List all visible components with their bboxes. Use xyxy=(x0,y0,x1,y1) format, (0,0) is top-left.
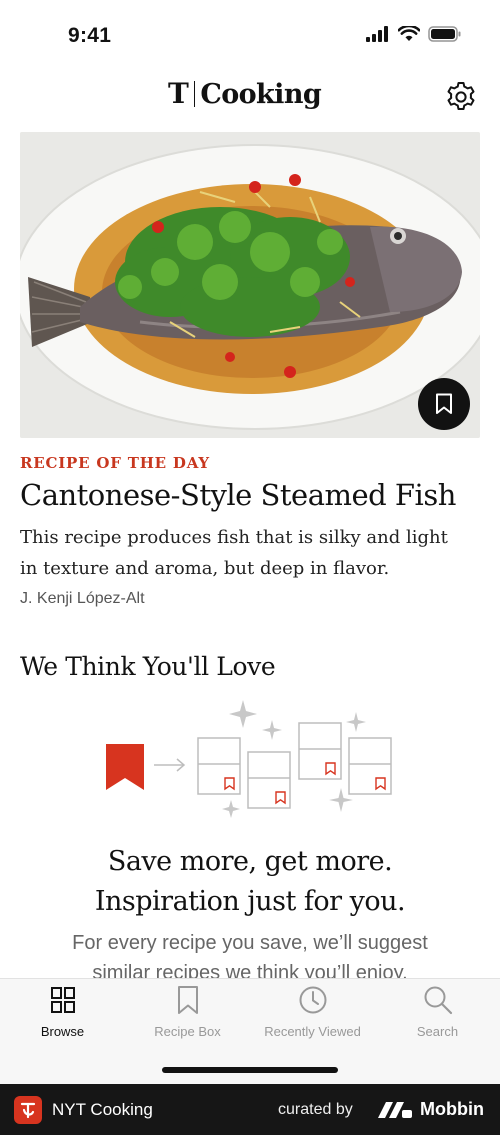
recipe-title[interactable]: Cantonese-Style Steamed Fish xyxy=(20,478,456,512)
gear-icon xyxy=(447,82,475,110)
status-bar: 9:41 xyxy=(0,0,500,70)
arrow-right-icon xyxy=(154,758,186,772)
tab-label: Recipe Box xyxy=(154,1024,221,1039)
recipe-hero-image[interactable] xyxy=(20,132,480,438)
save-recipes-illustration xyxy=(100,696,400,826)
logo-divider xyxy=(193,81,196,107)
tab-label: Search xyxy=(416,1024,459,1039)
footer-brand: Mobbin xyxy=(420,1099,484,1119)
tab-label: Recently Viewed xyxy=(264,1024,361,1039)
battery-icon xyxy=(428,26,461,42)
tab-browse[interactable]: Browse xyxy=(0,979,125,1049)
clock-icon xyxy=(299,986,327,1014)
section-title: We Think You'll Love xyxy=(20,652,276,681)
steamed-fish-photo xyxy=(20,132,480,438)
sparkle-icon xyxy=(222,700,366,818)
wifi-icon xyxy=(398,26,420,41)
promo-body-line1: For every recipe you save, we’ll suggest xyxy=(72,932,428,954)
status-icons xyxy=(366,26,462,42)
promo-headline-line2: Inspiration just for you. xyxy=(94,886,406,917)
home-indicator xyxy=(162,1067,338,1073)
promo-headline-line1: Save more, get more. xyxy=(107,846,393,877)
settings-button[interactable] xyxy=(444,80,478,114)
status-time: 9:41 xyxy=(68,24,112,47)
tab-search[interactable]: Search xyxy=(375,979,500,1049)
footer-curated-label: curated by xyxy=(278,1101,353,1118)
tab-label: Browse xyxy=(40,1024,85,1039)
recipe-description: This recipe produces fish that is silky … xyxy=(20,527,448,579)
tab-recently-viewed[interactable]: Recently Viewed xyxy=(250,979,375,1049)
promo-headline: Save more, get more. Inspiration just fo… xyxy=(0,842,500,922)
footer-app-name: NYT Cooking xyxy=(52,1100,153,1119)
bookmark-icon xyxy=(178,986,198,1014)
recipe-of-the-day-label: RECIPE OF THE DAY xyxy=(20,454,210,472)
footer-banner: NYT Cooking curated by Mobbin xyxy=(0,1084,500,1135)
save-recipe-button[interactable] xyxy=(418,378,470,430)
tab-recipe-box[interactable]: Recipe Box xyxy=(125,979,250,1049)
cellular-signal-icon xyxy=(366,26,388,42)
nyt-cooking-app-icon xyxy=(14,1096,42,1124)
bookmark-icon xyxy=(436,393,452,414)
mobbin-logo-icon xyxy=(378,1102,412,1118)
app-header: T Cooking xyxy=(0,70,500,126)
search-icon xyxy=(424,986,453,1015)
nyt-t-logo: T xyxy=(168,77,189,110)
nyt-cooking-logo: T Cooking xyxy=(168,77,322,110)
tab-bar: Browse Recipe Box Recently Viewed Search xyxy=(0,978,500,1084)
brand-name: Cooking xyxy=(200,78,322,110)
red-bookmark-icon xyxy=(106,744,144,790)
grid-icon xyxy=(51,987,75,1013)
recipe-author[interactable]: J. Kenji López-Alt xyxy=(20,590,145,608)
